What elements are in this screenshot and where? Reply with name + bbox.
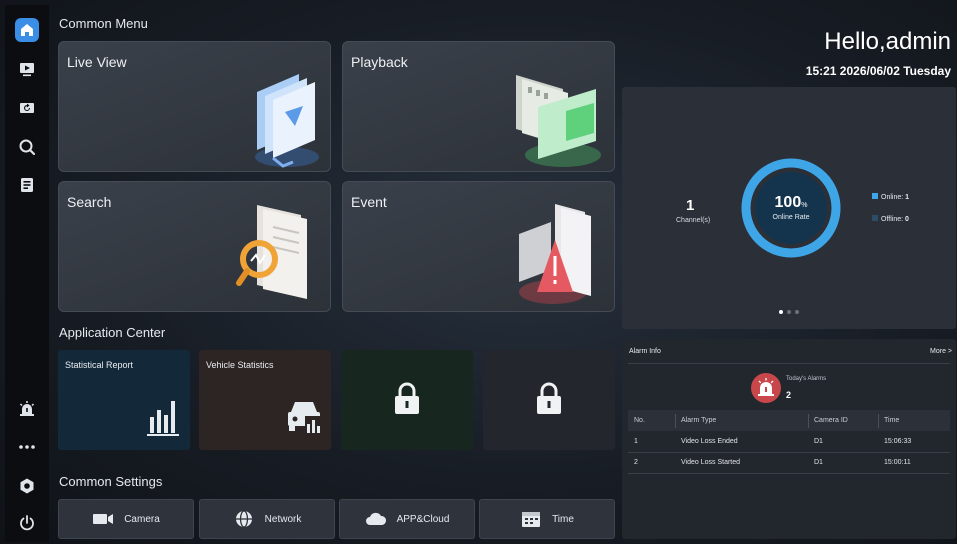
row-camera-id: D1 bbox=[814, 438, 823, 445]
app-center-title: Application Center bbox=[59, 325, 166, 340]
legend-online: Online: 1 bbox=[872, 193, 909, 201]
common-menu-title: Common Menu bbox=[59, 16, 148, 31]
live-view-illustration bbox=[255, 74, 319, 168]
settings-hexagon-icon[interactable] bbox=[15, 474, 39, 498]
live-view-tile[interactable]: Live View bbox=[58, 41, 331, 172]
legend-offline-swatch bbox=[872, 215, 878, 221]
todays-alarms-label: Today's Alarms bbox=[786, 376, 827, 382]
event-label: Event bbox=[351, 194, 387, 210]
row-divider bbox=[628, 473, 950, 474]
row-no: 1 bbox=[634, 438, 638, 445]
col-time: Time bbox=[878, 414, 899, 428]
greeting: Hello,admin bbox=[824, 28, 951, 55]
legend-offline-label: Offline: bbox=[881, 216, 905, 223]
locked-app-card-2[interactable] bbox=[483, 350, 615, 450]
legend-offline-value: 0 bbox=[905, 216, 909, 223]
network-button[interactable]: Network bbox=[199, 499, 335, 539]
search-tile[interactable]: Search bbox=[58, 181, 331, 312]
pager-dot-3[interactable] bbox=[795, 310, 799, 314]
alarm-header-divider bbox=[628, 363, 950, 364]
device-status-panel: 1 Channel(s) 100% Online Rate Online: 1 … bbox=[622, 87, 956, 329]
alarm-table-header: No. Alarm Type Camera ID Time bbox=[628, 410, 950, 431]
online-rate-label: Online Rate bbox=[772, 214, 810, 221]
vehicle-statistics-card[interactable]: Vehicle Statistics bbox=[199, 350, 331, 450]
alarm-more-link[interactable]: More > bbox=[930, 348, 952, 355]
datetime: 15:21 2026/06/02 Tuesday bbox=[805, 64, 951, 78]
lock-icon bbox=[537, 382, 561, 414]
sidebar bbox=[5, 5, 49, 542]
online-rate-number: 100 bbox=[774, 194, 802, 211]
todays-alarms-count: 2 bbox=[786, 390, 792, 400]
live-view-icon[interactable] bbox=[15, 57, 39, 81]
playback-label: Playback bbox=[351, 54, 408, 70]
row-no: 2 bbox=[634, 459, 638, 466]
playback-tile[interactable]: Playback bbox=[342, 41, 615, 172]
network-label: Network bbox=[264, 513, 302, 525]
event-illustration bbox=[519, 204, 591, 304]
event-list-icon[interactable] bbox=[15, 173, 39, 197]
row-time: 15:00:11 bbox=[884, 459, 911, 466]
locked-app-card-1[interactable] bbox=[341, 350, 473, 450]
app-cloud-label: APP&Cloud bbox=[396, 513, 450, 525]
camera-icon bbox=[93, 514, 114, 524]
alarm-info-title: Alarm Info bbox=[629, 348, 661, 355]
legend-online-label: Online: bbox=[881, 194, 906, 201]
pager-dots bbox=[779, 310, 799, 314]
row-camera-id: D1 bbox=[814, 459, 823, 466]
search-illustration bbox=[236, 205, 307, 299]
legend-offline: Offline: 0 bbox=[872, 215, 909, 223]
channels-label: Channel(s) bbox=[676, 217, 711, 224]
statistical-report-label: Statistical Report bbox=[65, 360, 134, 370]
search-icon[interactable] bbox=[15, 135, 39, 159]
legend-online-swatch bbox=[872, 193, 878, 199]
time-button[interactable]: Time bbox=[479, 499, 615, 539]
event-tile[interactable]: Event bbox=[342, 181, 615, 312]
calendar-icon bbox=[522, 512, 541, 527]
col-camera-id: Camera ID bbox=[808, 414, 848, 428]
camera-button[interactable]: Camera bbox=[58, 499, 194, 539]
statistical-report-card[interactable]: Statistical Report bbox=[58, 350, 190, 450]
channels-value: 1 bbox=[686, 197, 695, 214]
lock-icon bbox=[395, 382, 419, 414]
row-alarm-type: Video Loss Ended bbox=[681, 438, 738, 445]
bar-chart-icon bbox=[147, 401, 179, 436]
row-time: 15:06:33 bbox=[884, 438, 912, 445]
pager-dot-2[interactable] bbox=[787, 310, 791, 314]
home-icon[interactable] bbox=[15, 18, 39, 42]
more-icon[interactable] bbox=[15, 435, 39, 459]
time-label: Time bbox=[552, 513, 574, 525]
alarm-siren-icon bbox=[751, 373, 781, 403]
camera-label: Camera bbox=[124, 513, 160, 525]
playback-icon[interactable] bbox=[15, 96, 39, 120]
power-icon[interactable] bbox=[15, 511, 39, 535]
common-settings-title: Common Settings bbox=[59, 474, 163, 489]
playback-illustration bbox=[516, 75, 601, 167]
search-label: Search bbox=[67, 194, 112, 210]
vehicle-stats-icon bbox=[288, 402, 323, 434]
alarm-icon[interactable] bbox=[15, 397, 39, 421]
col-alarm-type: Alarm Type bbox=[675, 414, 716, 428]
alarm-table-row[interactable]: 1 Video Loss Ended D1 15:06:33 bbox=[628, 431, 950, 452]
network-icon bbox=[235, 510, 252, 528]
vehicle-statistics-label: Vehicle Statistics bbox=[206, 360, 274, 370]
cloud-icon bbox=[365, 512, 386, 525]
app-cloud-button[interactable]: APP&Cloud bbox=[339, 499, 475, 539]
live-view-label: Live View bbox=[67, 54, 127, 70]
row-alarm-type: Video Loss Started bbox=[681, 459, 741, 466]
legend-online-value: 1 bbox=[905, 194, 910, 201]
alarm-table-row[interactable]: 2 Video Loss Started D1 15:00:11 bbox=[628, 452, 950, 473]
col-no: No. bbox=[634, 417, 645, 424]
online-rate-unit: % bbox=[801, 202, 808, 209]
online-rate-value: 100% bbox=[740, 194, 842, 212]
alarm-info-panel: Alarm Info More > Today's Alarms 2 No. A… bbox=[622, 339, 956, 539]
pager-dot-1[interactable] bbox=[779, 310, 783, 314]
